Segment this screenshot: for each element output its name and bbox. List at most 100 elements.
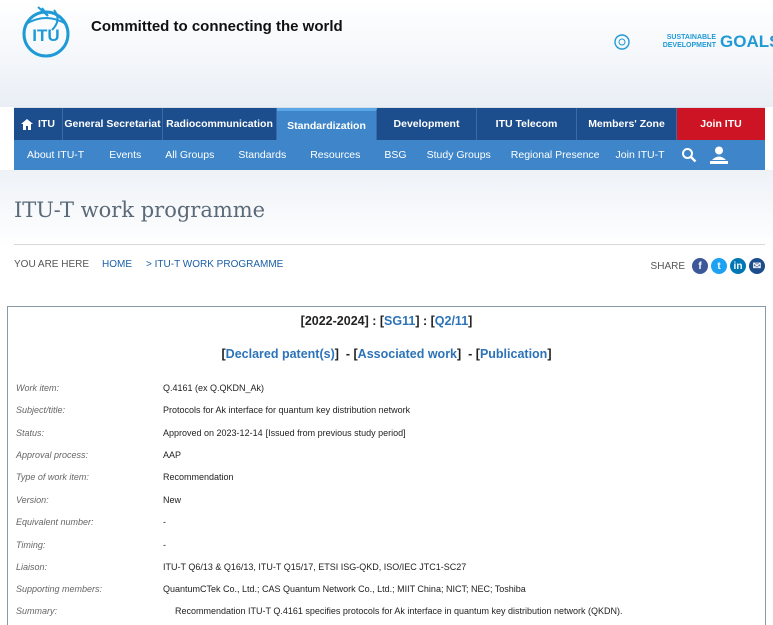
field-value: QuantumCTek Co., Ltd.; CAS Quantum Netwo… — [163, 584, 526, 594]
nav-item-radiocommunication[interactable]: Radiocommunication — [163, 108, 277, 140]
twitter-icon[interactable]: t — [711, 258, 727, 274]
field-value: - — [163, 517, 166, 527]
nav-item-general-secretariat[interactable]: General Secretariat — [63, 108, 163, 140]
logo-text: ITU — [32, 26, 59, 45]
sdg-logo[interactable]: SUSTAINABLE DEVELOPMENT GOALS — [614, 30, 773, 54]
field-label: Subject/title: — [16, 405, 66, 415]
study-group-link[interactable]: SG11 — [384, 314, 415, 328]
field-row-summary: Summary: Recommendation ITU-T Q.4161 spe… — [16, 606, 623, 616]
field-label: Type of work item: — [16, 472, 89, 482]
linkedin-icon[interactable]: in — [730, 258, 746, 274]
field-label: Liaison: — [16, 562, 48, 572]
field-value: Recommendation ITU-T Q.4161 specifies pr… — [175, 606, 623, 616]
related-links-line: [Declared patent(s)] - [Associated work]… — [221, 347, 552, 361]
subnav-item-resources[interactable]: Resources — [294, 149, 368, 161]
subnav-item-standards[interactable]: Standards — [222, 149, 294, 161]
user-icon[interactable] — [709, 145, 729, 165]
nav-item-standardization[interactable]: Standardization — [277, 108, 377, 140]
status-link[interactable]: [Issued from previous study period] — [266, 428, 406, 438]
field-label: Approval process: — [16, 450, 89, 460]
nav-item-members-zone[interactable]: Members' Zone — [577, 108, 677, 140]
field-value: - — [163, 540, 166, 550]
nav-item-itu-telecom[interactable]: ITU Telecom — [477, 108, 577, 140]
bracket: ] — [468, 314, 473, 328]
breadcrumb-label: YOU ARE HERE — [14, 259, 90, 270]
subnav-item-about[interactable]: About ITU-T — [14, 149, 92, 161]
study-period-line: [2022-2024] : [SG11] : [Q2/11] — [8, 314, 765, 328]
work-item-panel: [2022-2024] : [SG11] : [Q2/11] [Declared… — [7, 306, 766, 625]
secondary-nav: About ITU-T Events All Groups Standards … — [14, 140, 765, 170]
field-row-liaison: Liaison: ITU-T Q6/13 & Q16/13, ITU-T Q15… — [16, 562, 466, 572]
bracket: ] — [334, 347, 339, 361]
field-row-approval: Approval process: AAP — [16, 450, 181, 460]
subnav-item-all-groups[interactable]: All Groups — [149, 149, 222, 161]
field-row-type: Type of work item: Recommendation — [16, 472, 234, 482]
field-value: ITU-T Q6/13 & Q16/13, ITU-T Q15/17, ETSI… — [163, 562, 467, 572]
approval-process-link[interactable]: AAP — [163, 450, 181, 460]
question-link[interactable]: Q2/11 — [435, 314, 468, 328]
search-icon[interactable] — [681, 147, 697, 163]
share-bar: SHARE f t in ✉ — [651, 258, 765, 274]
field-label: Equivalent number: — [16, 517, 94, 527]
field-value: Approved on 2023-12-14 — [163, 428, 263, 438]
breadcrumb-current-link[interactable]: > ITU-T WORK PROGRAMME — [146, 259, 283, 270]
subnav-item-join-itu-t[interactable]: Join ITU-T — [608, 149, 673, 161]
share-label: SHARE — [650, 260, 685, 272]
divider — [14, 244, 765, 245]
field-label: Supporting members: — [16, 584, 103, 594]
field-row-timing: Timing: - — [16, 540, 166, 550]
study-period: [2022-2024] — [300, 314, 369, 328]
field-value: Q.4161 (ex Q.QKDN_Ak) — [163, 383, 265, 393]
field-label: Summary: — [16, 606, 58, 616]
field-label: Timing: — [16, 540, 46, 550]
field-row-status: Status: Approved on 2023-12-14 [Issued f… — [16, 428, 406, 438]
separator: : — [419, 314, 431, 328]
bracket: ] — [547, 347, 552, 361]
field-label: Work item: — [16, 383, 60, 393]
field-row-supporting: Supporting members: QuantumCTek Co., Ltd… — [16, 584, 526, 594]
nav-item-label: General Secretariat — [64, 118, 161, 130]
home-icon — [21, 118, 34, 130]
bracket: ] — [457, 347, 462, 361]
email-icon[interactable]: ✉ — [749, 258, 765, 274]
itu-logo[interactable]: ITU — [18, 4, 74, 60]
facebook-icon[interactable]: f — [692, 258, 708, 274]
field-row-subject: Subject/title: Protocols for Ak interfac… — [16, 405, 410, 415]
subnav-item-events[interactable]: Events — [92, 149, 149, 161]
nav-item-label: ITU — [38, 118, 55, 130]
nav-item-itu[interactable]: ITU — [14, 108, 63, 140]
page-title: ITU-T work programme — [14, 198, 266, 222]
declared-patents-link[interactable]: Declared patent(s) — [226, 347, 335, 361]
publication-link[interactable]: Publication — [480, 347, 547, 361]
subnav-item-study-groups[interactable]: Study Groups — [415, 149, 499, 161]
nav-item-development[interactable]: Development — [377, 108, 477, 140]
sdg-line-2: DEVELOPMENT — [662, 42, 716, 49]
field-value: Recommendation — [163, 472, 234, 482]
breadcrumb-home-link[interactable]: HOME — [102, 259, 132, 270]
nav-item-label: Standardization — [287, 119, 366, 132]
primary-nav: ITU General Secretariat Radiocommunicati… — [14, 107, 765, 140]
field-row-work-item: Work item: Q.4161 (ex Q.QKDN_Ak) — [16, 383, 264, 393]
field-label: Status: — [16, 428, 45, 438]
associated-work-link[interactable]: Associated work — [358, 347, 457, 361]
field-label: Version: — [16, 495, 49, 505]
nav-item-label: Radiocommunication — [166, 118, 273, 130]
nav-item-label: Development — [393, 118, 460, 130]
field-value: Protocols for Ak interface for quantum k… — [163, 405, 411, 415]
un-emblem-icon — [614, 34, 630, 50]
field-value: New — [163, 495, 182, 505]
nav-item-label: ITU Telecom — [495, 118, 558, 130]
nav-item-join-itu[interactable]: Join ITU — [677, 108, 765, 140]
sdg-goals: GOALS — [720, 32, 773, 51]
nav-tools — [681, 145, 765, 165]
site-header: ITU Committed to connecting the world SU… — [0, 0, 773, 107]
breadcrumb: YOU ARE HERE HOME > ITU-T WORK PROGRAMME — [14, 259, 283, 270]
nav-item-label: Join ITU — [700, 118, 742, 130]
separator: : — [368, 314, 380, 328]
field-row-equivalent: Equivalent number: - — [16, 517, 166, 527]
subnav-item-bsg[interactable]: BSG — [368, 149, 414, 161]
field-row-version: Version: New — [16, 495, 181, 505]
site-tagline: Committed to connecting the world — [91, 18, 343, 35]
nav-item-label: Members' Zone — [588, 118, 665, 130]
subnav-item-regional-presence[interactable]: Regional Presence — [499, 149, 608, 161]
